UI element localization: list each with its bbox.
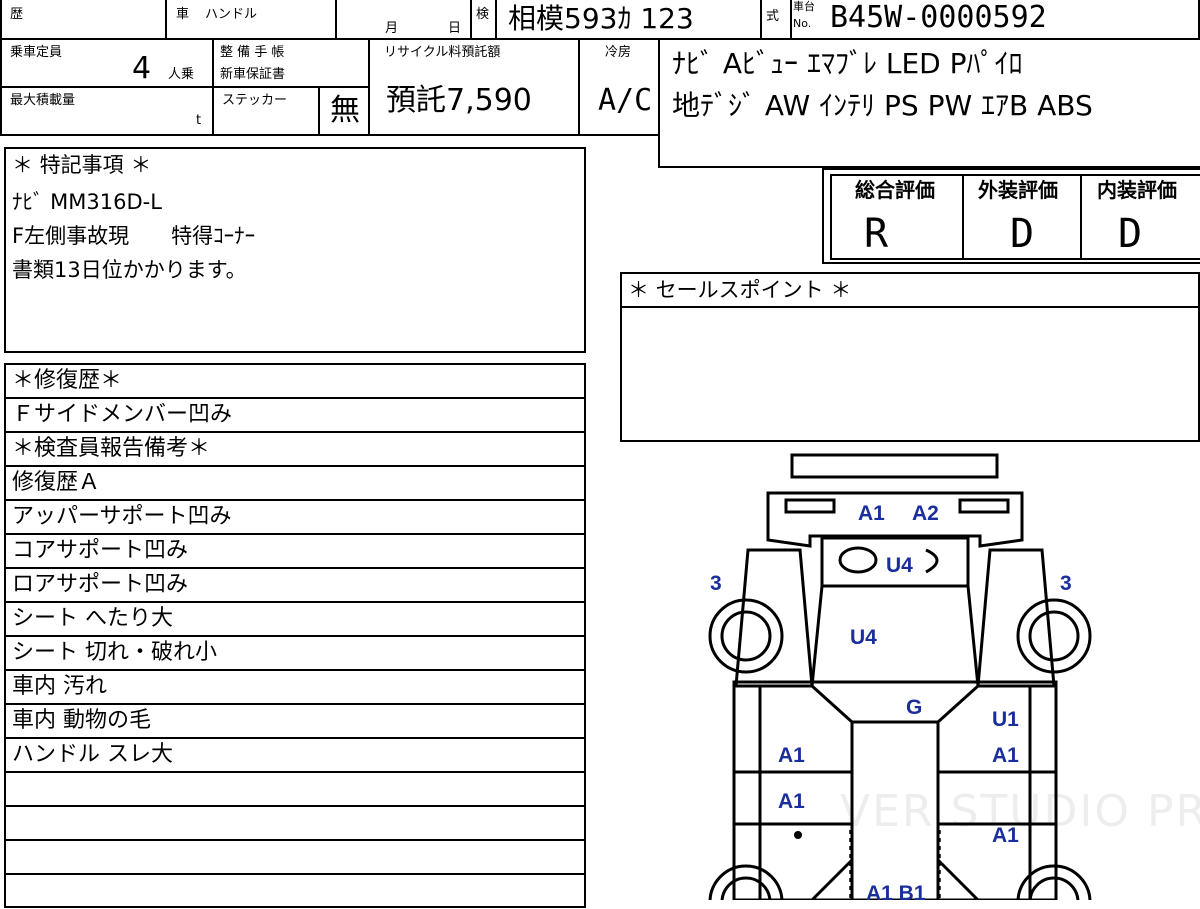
capacity-unit: 人乗 — [168, 67, 195, 82]
diag-3-left: 3 — [710, 572, 722, 595]
inspection-label: 検 — [476, 7, 490, 22]
repair-row — [6, 807, 584, 841]
repair-row — [6, 773, 584, 807]
load-label: 最大積載量 — [10, 93, 76, 108]
repair-row: ハンドル スレ大 — [6, 739, 584, 773]
diag-a1b1-bottom: A1 B1 — [866, 882, 926, 900]
chassis-label-top: 車台 — [793, 0, 815, 13]
overall-rating-label: 総合評価 — [855, 178, 935, 202]
day-label: 日 — [448, 21, 462, 36]
repair-row: ロアサポート凹み — [6, 569, 584, 603]
diag-a1-left-2: A1 — [778, 790, 805, 813]
special-notes-title: ＊ 特記事項 ＊ — [12, 153, 152, 177]
recycle-value: 預託7,590 — [386, 83, 532, 118]
exterior-rating-label: 外装評価 — [978, 178, 1058, 202]
repair-row — [6, 875, 584, 909]
ratings-div-2 — [1080, 174, 1082, 260]
overall-rating: R — [864, 211, 889, 257]
sticker-label: ステッカー — [222, 93, 288, 108]
repair-notes-table: ＊修復歴＊ Ｆサイドメンバー凹み ＊検査員報告備考＊ 修復歴Ａ アッパーサポート… — [4, 363, 586, 908]
recycle-label: リサイクル料預託額 — [384, 45, 501, 60]
spec-vline-1 — [212, 38, 214, 136]
diag-u4-front: U4 — [850, 626, 877, 649]
diag-u4-hood: U4 — [886, 554, 913, 577]
cooler-value: A/C — [598, 83, 653, 118]
capacity-value: 4 — [132, 51, 152, 86]
repair-row: アッパーサポート凹み — [6, 501, 584, 535]
body-center — [810, 585, 980, 687]
diag-3-right: 3 — [1060, 572, 1072, 595]
spec-vline-4 — [578, 38, 580, 136]
interior-rating: D — [1118, 211, 1143, 257]
sales-points-divider — [620, 306, 1200, 308]
repair-row — [6, 841, 584, 875]
exterior-rating: D — [1010, 211, 1035, 257]
repair-row: 車内 動物の毛 — [6, 705, 584, 739]
repair-row: シート へたり大 — [6, 603, 584, 637]
diag-u1: U1 — [992, 708, 1019, 731]
warranty-label: 新車保証書 — [220, 67, 286, 82]
spec-hline — [0, 86, 370, 88]
plate-number: 相模593ｶ 123 — [508, 2, 694, 35]
header-divider-2 — [335, 0, 337, 40]
model-label: 式 — [766, 9, 780, 24]
header-divider-6 — [790, 0, 792, 40]
left-fender — [734, 548, 814, 688]
sticker-value: 無 — [330, 93, 360, 128]
repair-row: コアサポート凹み — [6, 535, 584, 569]
special-note-1: ﾅﾋﾞ MM316D-L — [12, 190, 162, 214]
diag-g: G — [906, 696, 922, 719]
diag-a1-right-1: A1 — [992, 744, 1019, 767]
interior-rating-label: 内装評価 — [1097, 178, 1177, 202]
spec-vline-3 — [368, 38, 370, 136]
repair-row: 車内 汚れ — [6, 671, 584, 705]
header-divider-1 — [165, 0, 167, 40]
spec-vline-2 — [318, 86, 320, 136]
equipment-line-2: 地ﾃﾞｼﾞ AW ｲﾝﾃﾘ PS PW ｴｱB ABS — [672, 89, 1093, 122]
repair-row: ＊修復歴＊ — [6, 365, 584, 399]
header-divider-5 — [760, 0, 762, 40]
hood-left-oval — [838, 546, 878, 574]
rear-left-wheel — [708, 864, 784, 900]
header-divider-3 — [470, 0, 472, 40]
front-right-light — [958, 498, 1010, 514]
month-label: 月 — [385, 21, 399, 36]
chassis-label-bottom: No. — [793, 17, 812, 30]
special-notes-box — [4, 147, 586, 353]
handle-label: ハンドル — [205, 7, 258, 22]
diag-a1-top: A1 — [858, 502, 885, 525]
repair-row: 修復歴Ａ — [6, 467, 584, 501]
diag-a1-left-1: A1 — [778, 744, 805, 767]
ratings-div-1 — [962, 174, 964, 260]
repair-row: ＊検査員報告備考＊ — [6, 433, 584, 467]
load-unit: t — [196, 113, 202, 128]
hood-right-arc — [925, 548, 939, 574]
history-label: 歴 — [10, 7, 24, 22]
car-label: 車 — [176, 7, 190, 22]
repair-row: Ｆサイドメンバー凹み — [6, 399, 584, 433]
maintenance-label: 整 備 手 帳 — [220, 45, 285, 60]
chassis-number: B45W-0000592 — [830, 0, 1047, 35]
cabin-windshield — [810, 684, 980, 724]
diag-a2-top: A2 — [912, 502, 939, 525]
capacity-label: 乗車定員 — [10, 45, 63, 60]
header-divider-4 — [495, 0, 497, 40]
right-fender — [976, 548, 1056, 688]
front-bumper — [790, 453, 999, 479]
front-left-light — [784, 498, 836, 514]
sales-points-title: ＊ セールスポイント ＊ — [628, 278, 852, 302]
equipment-line-1: ﾅﾋﾞ Aﾋﾞｭｰ ｴﾏﾌﾞﾚ LED Pﾊﾟｲﾛ — [672, 47, 1023, 80]
repair-row: シート 切れ・破れ小 — [6, 637, 584, 671]
special-note-2: F左側事故現 特得ｺｰﾅｰ — [12, 224, 256, 248]
special-note-3: 書類13日位かかります。 — [12, 258, 247, 282]
cooler-label: 冷房 — [605, 45, 632, 60]
watermark: VER STUDIO PRO — [840, 786, 1200, 837]
damage-dot — [794, 831, 802, 839]
